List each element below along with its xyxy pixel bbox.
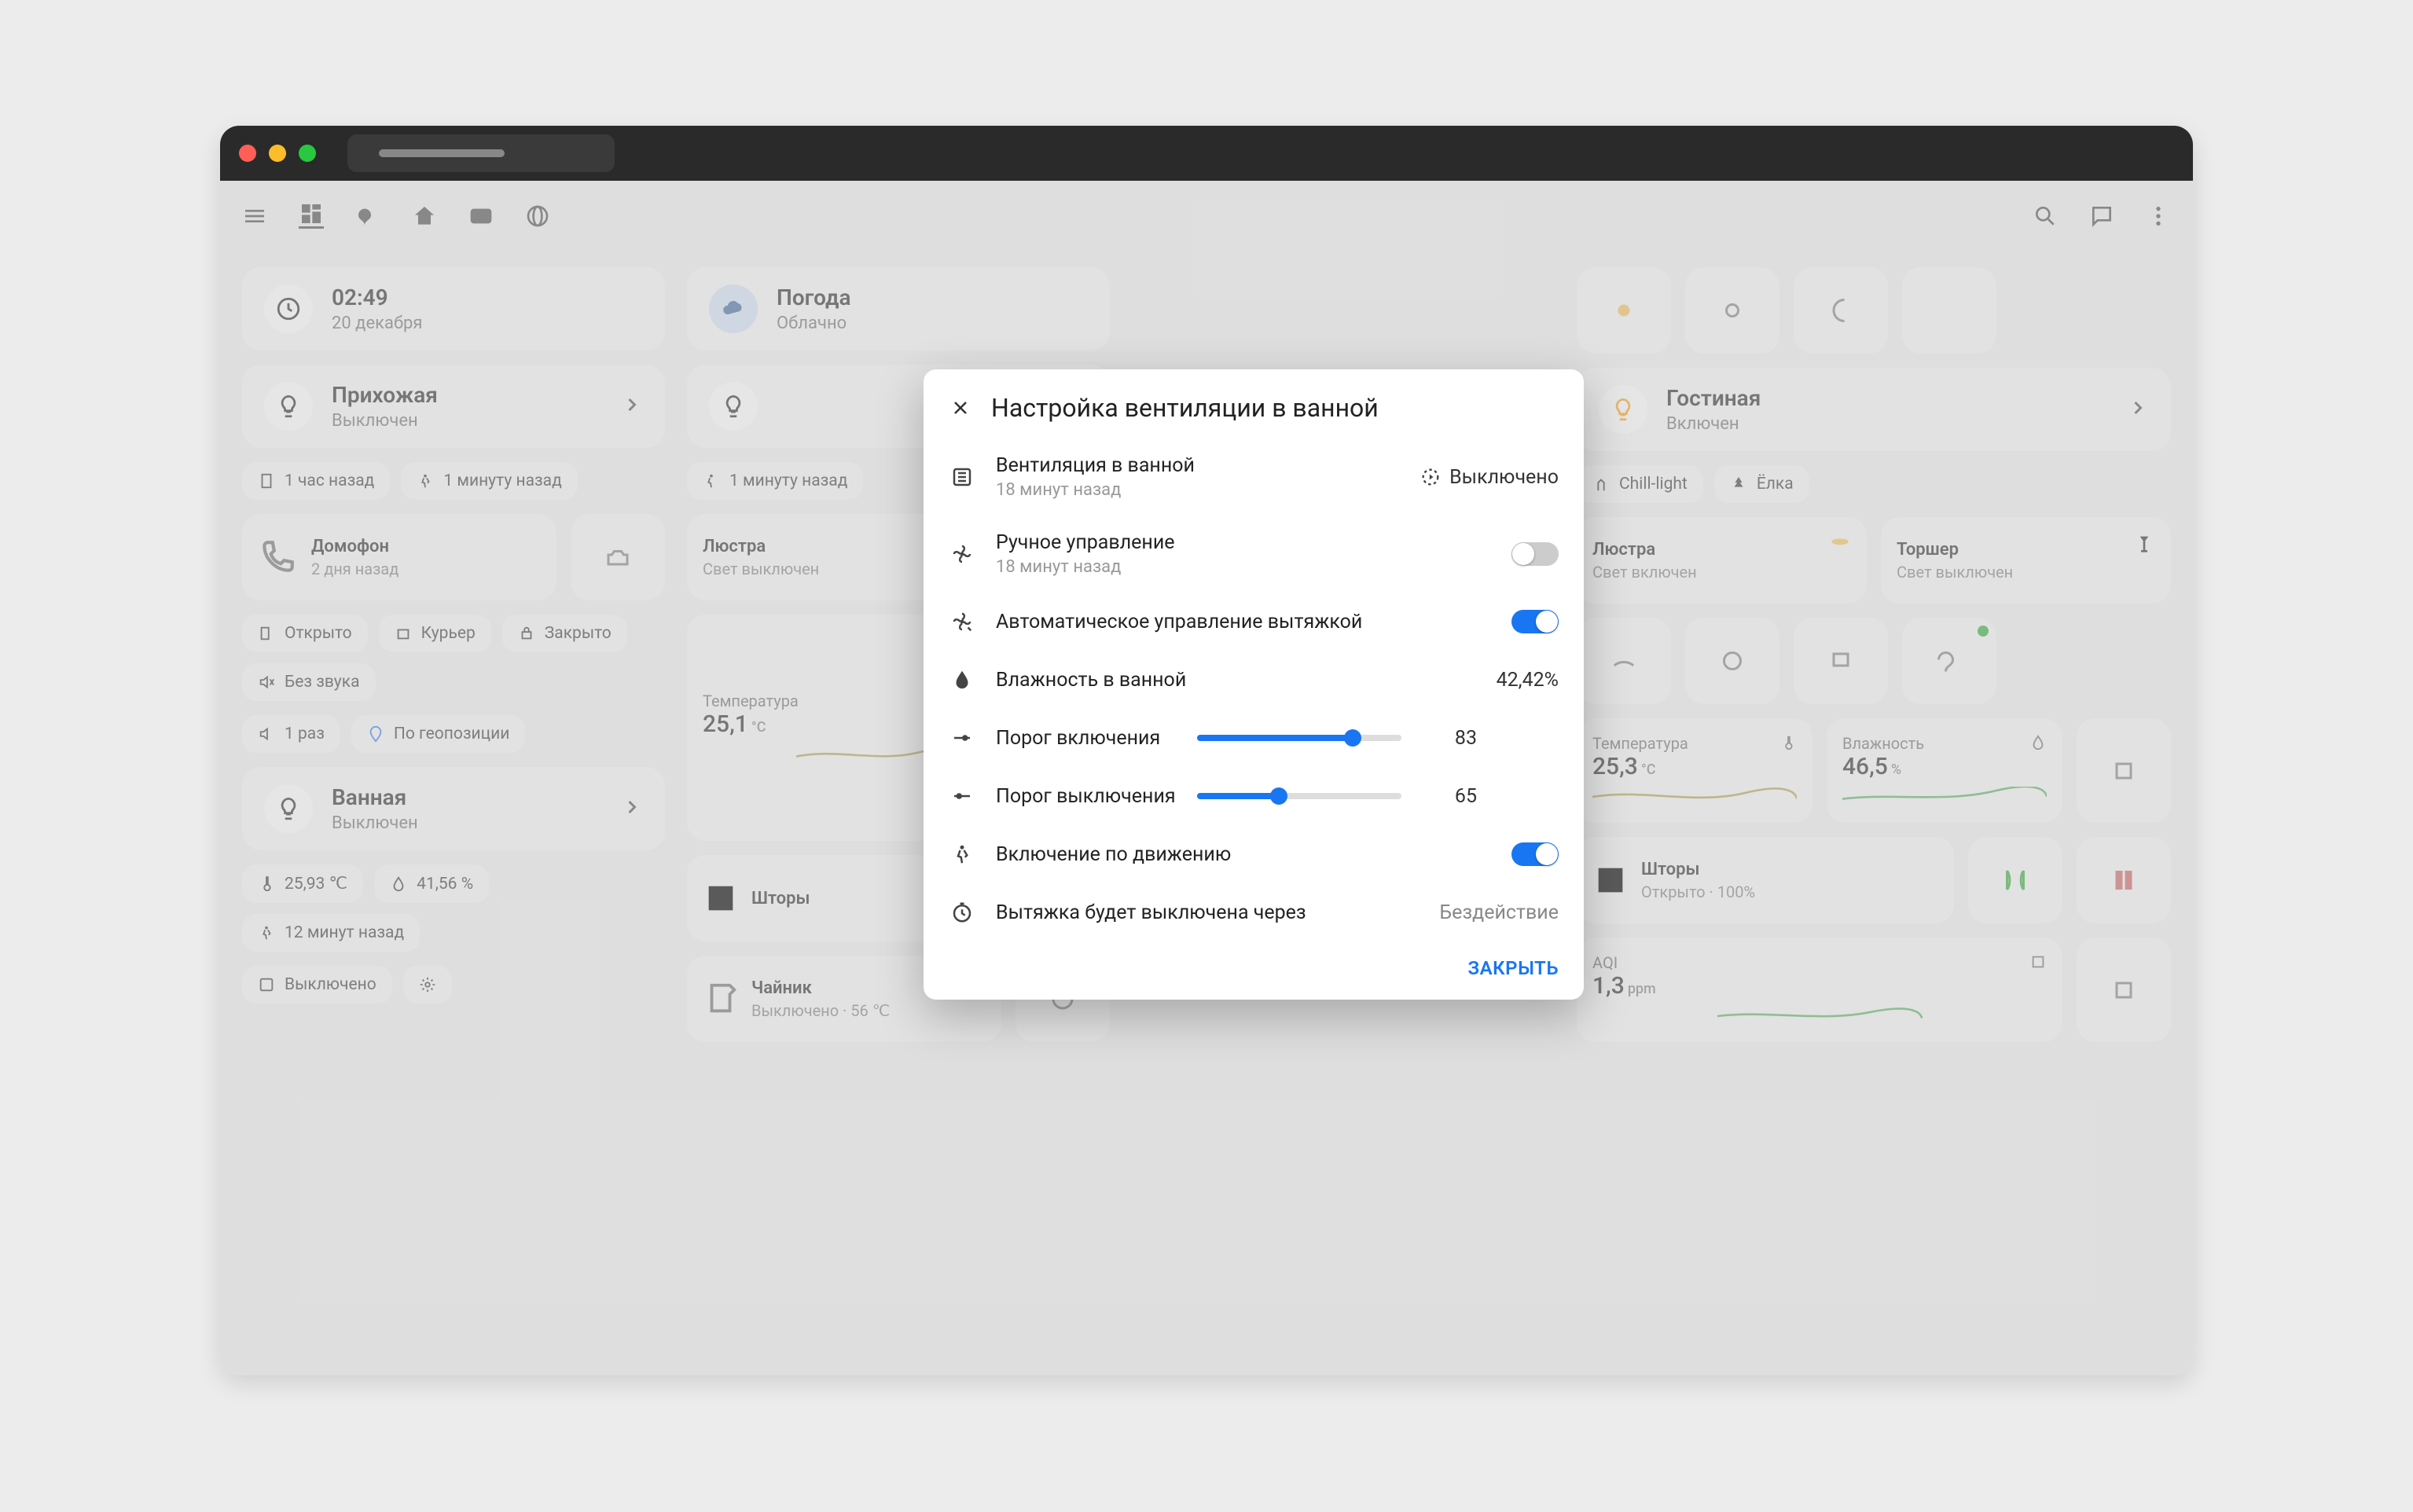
motion-icon <box>949 841 975 868</box>
row-threshold-on: Порог включения 83 <box>924 709 1584 767</box>
row-auto: Автоматическое управление вытяжкой <box>924 593 1584 651</box>
row-humidity: Влажность в ванной 42,42% <box>924 651 1584 709</box>
window-minimize-icon[interactable] <box>269 145 286 162</box>
app-root: 02:4920 декабря ПрихожаяВыключен 1 час н… <box>220 181 2193 1375</box>
window-zoom-icon[interactable] <box>299 145 316 162</box>
row-threshold-off: Порог выключения 65 <box>924 767 1584 825</box>
fan-auto-icon <box>949 608 975 635</box>
row-off-after: Вытяжка будет выключена через Бездействи… <box>924 883 1584 941</box>
close-icon[interactable] <box>949 396 972 420</box>
row-fan-state[interactable]: Вентиляция в ванной18 минут назад Выключ… <box>924 439 1584 516</box>
state-indicator: Выключено <box>1420 466 1559 489</box>
auto-switch[interactable] <box>1511 610 1559 633</box>
threshold-off-slider[interactable] <box>1197 793 1401 799</box>
timer-icon <box>949 899 975 926</box>
browser-tab[interactable] <box>347 134 615 172</box>
motion-switch[interactable] <box>1511 842 1559 866</box>
dashed-circle-icon <box>1420 466 1442 488</box>
fan-rotor-icon <box>949 541 975 567</box>
threshold-on-slider[interactable] <box>1197 735 1401 741</box>
slider-icon <box>949 725 975 751</box>
row-motion: Включение по движению <box>924 825 1584 883</box>
slider-icon <box>949 783 975 809</box>
modal-title: Настройка вентиляции в ванной <box>991 393 1379 423</box>
row-manual: Ручное управление18 минут назад <box>924 516 1584 593</box>
close-button[interactable]: ЗАКРЫТЬ <box>1467 957 1559 979</box>
window-titlebar <box>220 126 2193 181</box>
window-close-icon[interactable] <box>239 145 256 162</box>
manual-switch[interactable] <box>1511 542 1559 566</box>
browser-window: 02:4920 декабря ПрихожаяВыключен 1 час н… <box>220 126 2193 1375</box>
droplet-icon <box>949 666 975 693</box>
ventilation-settings-modal: Настройка вентиляции в ванной Вентиляция… <box>924 369 1584 1000</box>
fan-icon <box>949 464 975 490</box>
